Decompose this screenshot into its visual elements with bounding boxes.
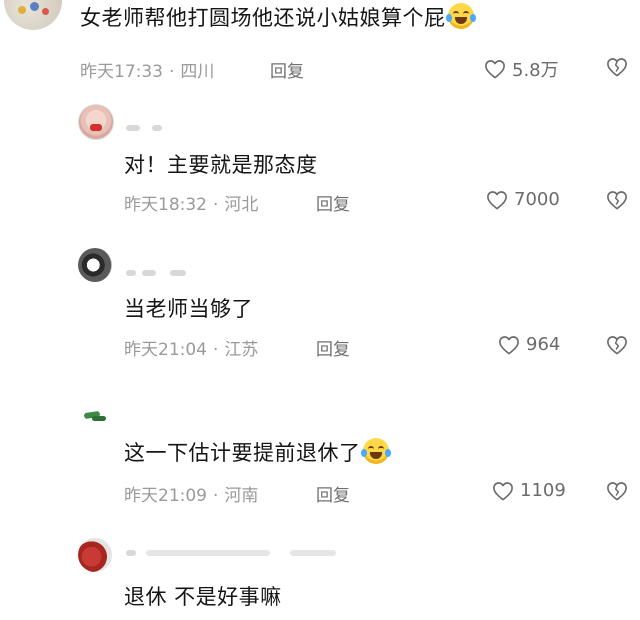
username-redacted: [290, 550, 336, 556]
reply-meta: 昨天21:09 · 河南: [124, 481, 258, 506]
reply-region: 河北: [224, 195, 259, 215]
avatar[interactable]: [4, 0, 62, 30]
like-count: 7000: [514, 189, 560, 210]
comment-region: 四川: [180, 62, 215, 82]
reply-button[interactable]: 回复: [316, 335, 350, 360]
reply-text: 对！主要就是那态度: [124, 153, 318, 177]
reply-time: 昨天21:04: [124, 340, 207, 360]
broken-heart-icon: [607, 191, 627, 210]
heart-outline-icon: [485, 60, 505, 79]
reply-text-content: 这一下估计要提前退休了: [124, 441, 361, 465]
reply-meta: 昨天21:04 · 江苏: [124, 335, 258, 360]
dislike-button[interactable]: [606, 190, 628, 214]
reply-meta: 昨天18:32 · 河北: [124, 190, 258, 215]
heart-outline-icon: [499, 335, 519, 354]
broken-heart-icon: [607, 482, 627, 501]
meta-separator: ·: [169, 62, 175, 82]
broken-heart-icon: [607, 58, 627, 77]
reply-text: 这一下估计要提前退休了: [124, 437, 391, 467]
heart-outline-icon: [487, 190, 507, 209]
reply-button[interactable]: 回复: [270, 57, 304, 82]
username-redacted: [170, 270, 186, 276]
reply-region: 江苏: [224, 340, 259, 360]
reply-time: 昨天18:32: [124, 195, 207, 215]
like-count: 5.8万: [512, 60, 559, 81]
username-redacted: [146, 550, 270, 556]
comment-text-content: 女老师帮他打圆场他还说小姑娘算个屁: [80, 6, 446, 30]
meta-separator: ·: [213, 486, 219, 506]
reply-time: 昨天21:09: [124, 486, 207, 506]
broken-heart-icon: [607, 336, 627, 355]
reply-text: 退休 不是好事嘛: [124, 585, 282, 609]
avatar[interactable]: [78, 400, 112, 430]
reply-region: 河南: [224, 486, 259, 506]
dislike-button[interactable]: [606, 481, 628, 505]
avatar[interactable]: [78, 104, 114, 140]
username-redacted: [152, 125, 162, 131]
laugh-cry-emoji-icon: [445, 3, 476, 29]
like-button[interactable]: 1109: [492, 480, 566, 501]
reply-button[interactable]: 回复: [316, 481, 350, 506]
username-redacted: [126, 550, 136, 556]
meta-separator: ·: [213, 195, 219, 215]
like-button[interactable]: 964: [498, 334, 560, 355]
comment-meta: 昨天17:33 · 四川: [80, 57, 214, 82]
dislike-button[interactable]: [606, 57, 628, 81]
username-redacted: [126, 125, 140, 131]
username-redacted: [126, 270, 136, 276]
username-redacted: [142, 270, 156, 276]
dislike-button[interactable]: [606, 335, 628, 359]
reply-text: 当老师当够了: [124, 297, 253, 321]
like-count: 1109: [520, 480, 566, 501]
reply-button[interactable]: 回复: [316, 190, 350, 215]
meta-separator: ·: [213, 340, 219, 360]
comment-time: 昨天17:33: [80, 62, 163, 82]
avatar[interactable]: [78, 248, 112, 282]
laugh-cry-emoji-icon: [360, 438, 391, 464]
like-button[interactable]: 5.8万: [484, 56, 559, 82]
heart-outline-icon: [493, 481, 513, 500]
avatar[interactable]: [78, 538, 112, 572]
comment-text: 女老师帮他打圆场他还说小姑娘算个屁: [80, 2, 476, 32]
like-button[interactable]: 7000: [486, 189, 560, 210]
like-count: 964: [526, 334, 561, 355]
